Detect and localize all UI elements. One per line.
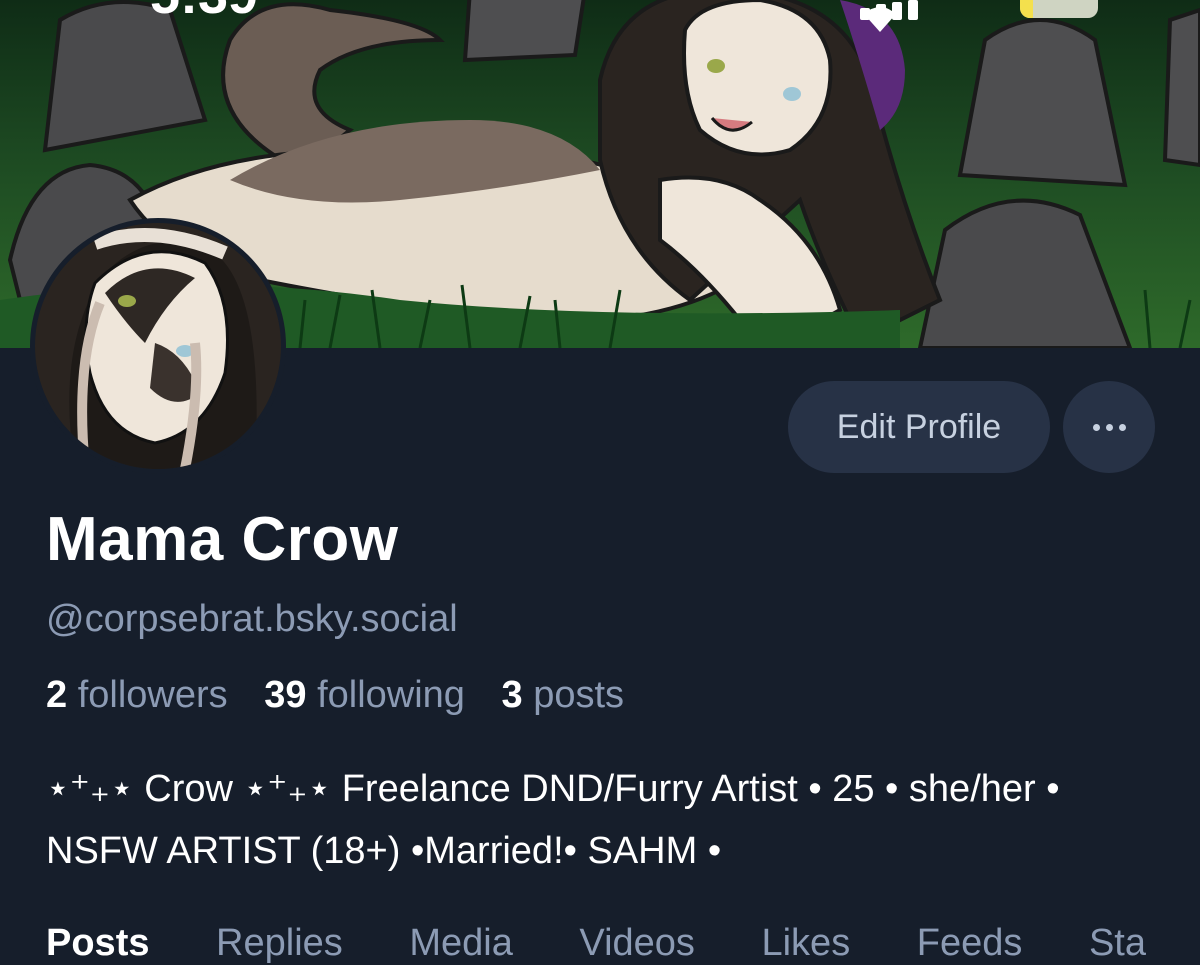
avatar[interactable] <box>30 218 286 474</box>
display-name: Mama Crow <box>46 505 399 574</box>
tab-videos[interactable]: Videos <box>579 922 695 964</box>
following-link[interactable]: 39 following <box>264 674 465 716</box>
tab-likes[interactable]: Likes <box>761 922 850 964</box>
tab-feeds[interactable]: Feeds <box>917 922 1023 964</box>
more-icon <box>1092 423 1100 431</box>
wifi-icon <box>864 7 896 32</box>
status-time: 5:39 <box>150 0 258 26</box>
tab-starter-packs[interactable]: Sta <box>1089 922 1146 964</box>
tab-media[interactable]: Media <box>409 922 513 964</box>
status-icons <box>860 0 1120 32</box>
more-options-button[interactable] <box>1063 381 1155 473</box>
battery-icon <box>1020 0 1098 18</box>
following-label: following <box>317 674 465 716</box>
battery-level-fill <box>1020 0 1034 18</box>
posts-count-item: 3 posts <box>502 674 625 716</box>
posts-count: 3 <box>501 674 523 716</box>
tab-replies[interactable]: Replies <box>216 922 343 964</box>
profile-bio: ⋆⁺₊⋆ Crow ⋆⁺₊⋆ Freelance DND/Furry Artis… <box>46 768 1060 872</box>
following-count: 39 <box>264 674 307 716</box>
tab-posts[interactable]: Posts <box>46 922 149 964</box>
profile-handle: @corpsebrat.bsky.social <box>46 598 458 640</box>
profile-stats: 2 followers 39 following 3 posts <box>46 674 650 717</box>
more-icon-dot <box>1105 423 1113 431</box>
avatar-artwork <box>35 223 281 469</box>
followers-label: followers <box>77 674 228 716</box>
posts-label: posts <box>533 674 625 716</box>
more-icon-dot <box>1118 423 1126 431</box>
followers-link[interactable]: 2 followers <box>46 674 228 716</box>
followers-count: 2 <box>46 674 68 716</box>
profile-tabs: Posts Replies Media Videos Likes Feeds S… <box>46 922 1200 965</box>
status-bar: 5:39 <box>0 0 1200 32</box>
edit-profile-button[interactable]: Edit Profile <box>788 381 1050 473</box>
